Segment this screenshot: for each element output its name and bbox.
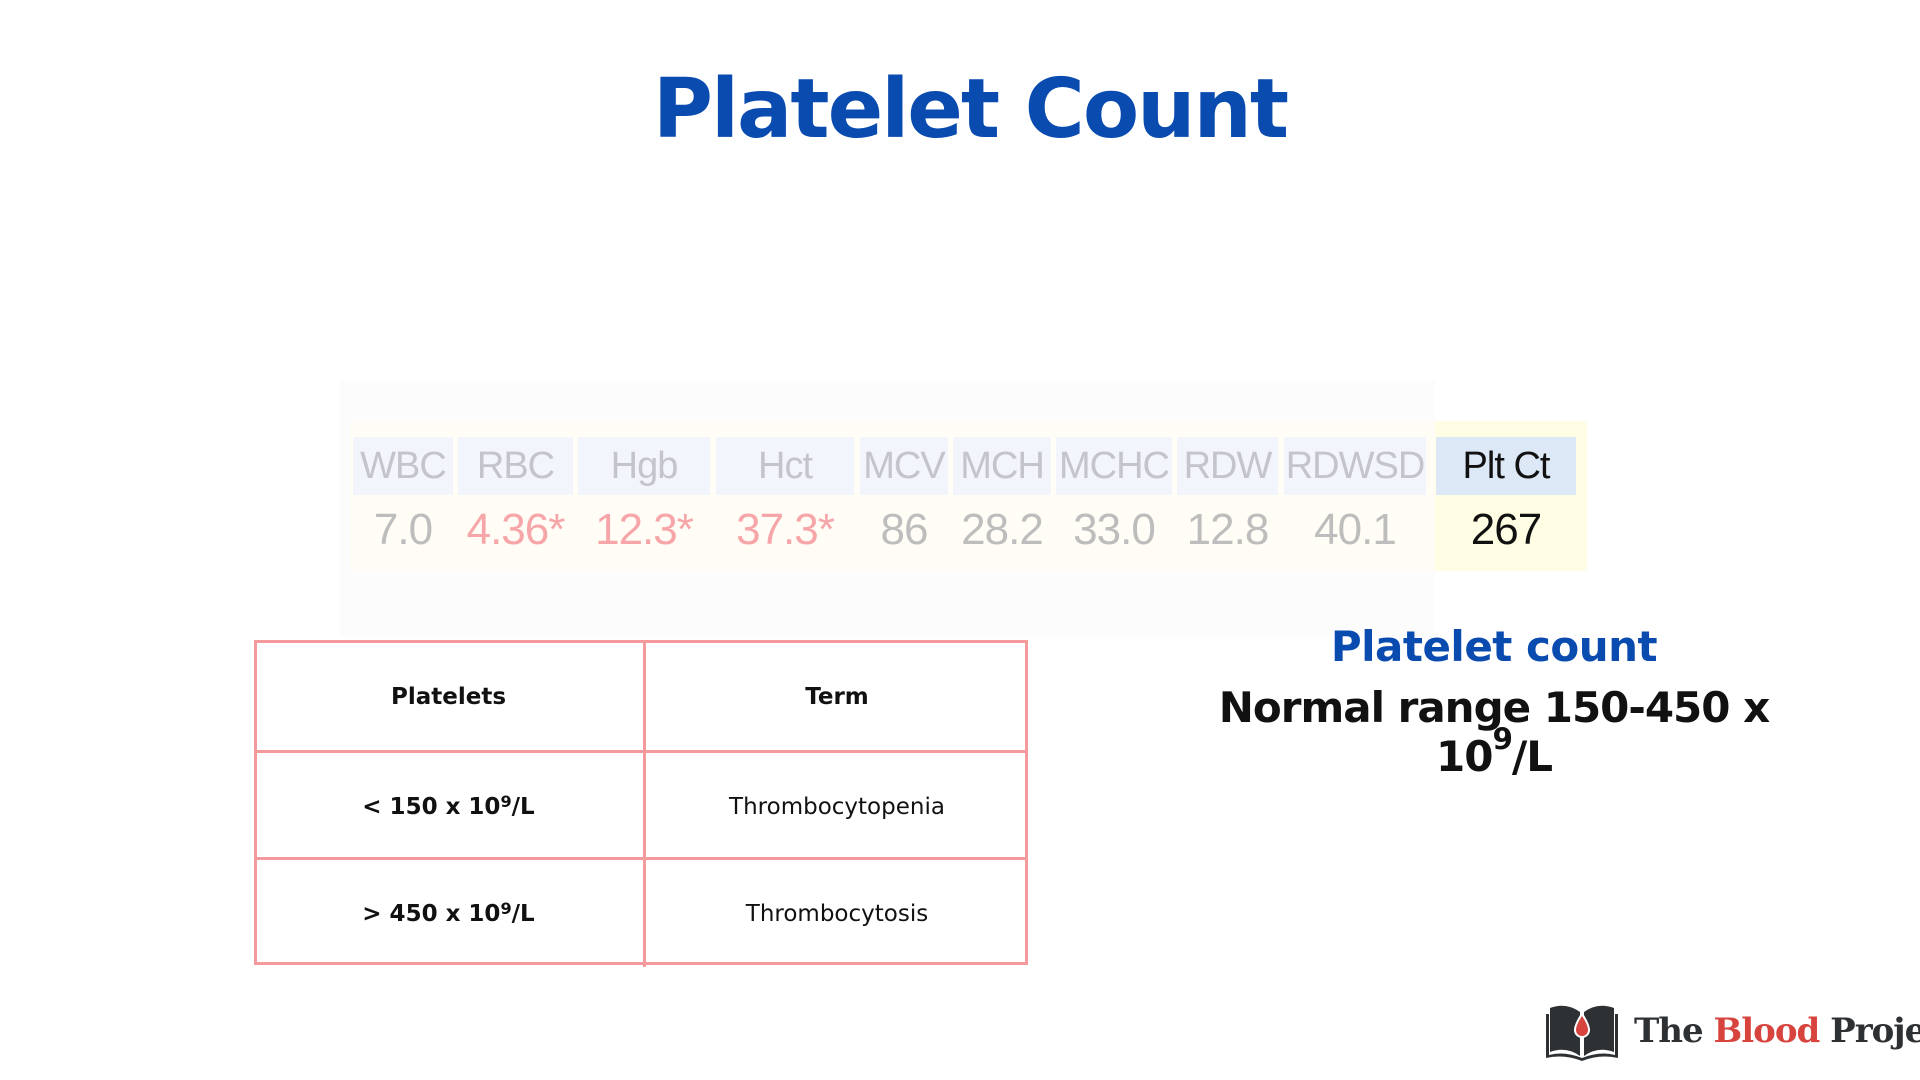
lab-value-mchc: 33.0	[1073, 505, 1156, 554]
reference-table: Platelets Term < 150 x 10 9/L Thrombocyto…	[254, 640, 1028, 967]
table-row: > 450 x 10 9/L Thrombocytosis	[257, 857, 1025, 967]
lab-value-mch: 28.2	[961, 505, 1044, 554]
lab-header-rdwsd: RDWSD	[1284, 437, 1426, 495]
lab-header-hct: Hct	[716, 437, 854, 495]
range-unit: /L	[511, 900, 535, 927]
table-row: < 150 x 10 9/L Thrombocytopenia	[257, 750, 1025, 860]
normal-range: Normal range 150-450 x 109/L	[1160, 683, 1828, 781]
header-term: Term	[643, 643, 1028, 750]
table-header-row: Platelets Term	[257, 643, 1025, 750]
header-platelets: Platelets	[390, 683, 507, 710]
lab-value-wbc: 7.0	[373, 505, 433, 554]
lab-header-mchc: MCHC	[1056, 437, 1172, 495]
lab-value-hgb: 12.3*	[595, 505, 694, 554]
range-cell: < 150 x 10 9/L	[362, 792, 535, 820]
range-cell: > 450 x 10 9/L	[362, 899, 535, 927]
blood-project-logo: The Blood Project	[1544, 1000, 1920, 1062]
normal-range-unit: /L	[1511, 732, 1553, 781]
term-cell: Thrombocytopenia	[643, 753, 1028, 860]
logo-text: The Blood Project	[1634, 1011, 1920, 1051]
lab-value-rdwsd: 40.1	[1314, 505, 1397, 554]
lab-value-mcv: 86	[880, 505, 929, 554]
normal-range-exponent: 9	[1492, 721, 1512, 756]
lab-header-wbc: WBC	[353, 437, 453, 495]
lab-value-rdw: 12.8	[1186, 505, 1270, 554]
range-unit: /L	[511, 793, 535, 820]
logo-text-project: Project	[1830, 1011, 1920, 1051]
term-cell: Thrombocytosis	[643, 860, 1028, 967]
logo-text-the: The	[1634, 1011, 1714, 1051]
range-text: < 150 x 10	[362, 793, 501, 820]
lab-header-hgb: Hgb	[578, 437, 710, 495]
lab-header-rdw: RDW	[1177, 437, 1278, 495]
lab-header-mcv: MCV	[860, 437, 948, 495]
lab-header-mch: MCH	[953, 437, 1051, 495]
page-title: Platelet Count	[652, 62, 1289, 157]
lab-value-rbc: 4.36*	[466, 505, 566, 554]
lab-value-hct: 37.3*	[736, 505, 835, 554]
range-text: > 450 x 10	[362, 900, 501, 927]
logo-text-blood: Blood	[1713, 1011, 1821, 1051]
lab-value-plt-ct: 267	[1470, 505, 1542, 554]
lab-header-rbc: RBC	[458, 437, 573, 495]
info-heading: Platelet count	[1330, 622, 1658, 671]
open-book-blood-drop-icon	[1546, 1005, 1618, 1061]
lab-header-plt-ct: Plt Ct	[1436, 437, 1576, 495]
